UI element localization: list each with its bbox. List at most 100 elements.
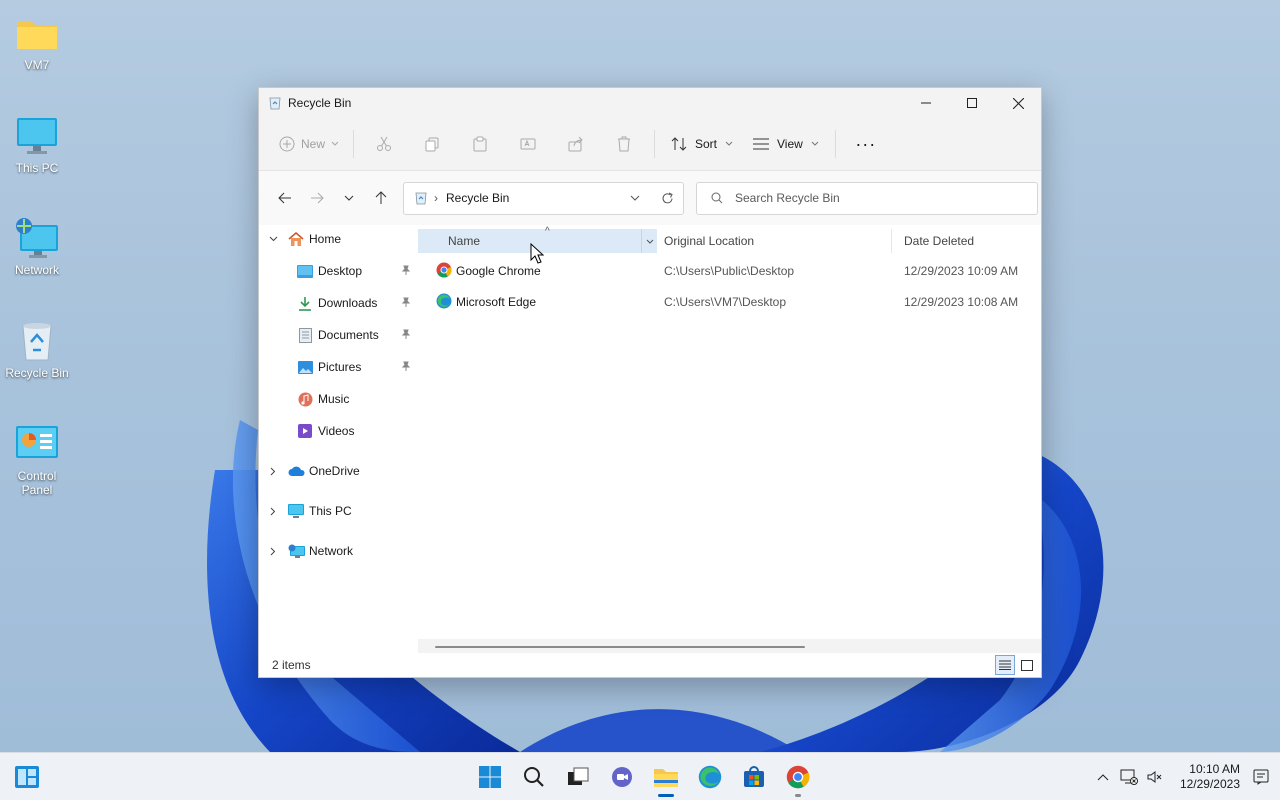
sidebar-item-onedrive[interactable]: OneDrive [259, 458, 418, 484]
delete-button[interactable] [600, 128, 648, 160]
file-row[interactable]: Google Chrome C:\Users\Public\Desktop 12… [418, 257, 1038, 285]
minimize-button[interactable] [903, 88, 949, 118]
chevron-up-icon [1097, 773, 1109, 780]
paste-button[interactable] [456, 128, 504, 160]
desktop-icon-this-pc[interactable]: This PC [2, 113, 72, 175]
desktop-icon-vm7[interactable]: VM7 [2, 10, 72, 72]
refresh-button[interactable] [651, 192, 683, 205]
details-view-button[interactable] [995, 655, 1015, 675]
desktop-icon-recycle-bin[interactable]: Recycle Bin [2, 318, 72, 380]
navigation-bar: › Recycle Bin [259, 171, 1041, 225]
desktop-icon-label: VM7 [24, 58, 50, 72]
file-row[interactable]: Microsoft Edge C:\Users\VM7\Desktop 12/2… [418, 288, 1038, 316]
sidebar-item-downloads[interactable]: Downloads [259, 290, 418, 316]
system-tray: 10:10 AM 12/29/2023 [1090, 753, 1280, 800]
widgets-icon [15, 766, 39, 788]
sidebar-item-documents[interactable]: Documents [259, 322, 418, 348]
scrollbar-thumb[interactable] [435, 646, 805, 648]
close-icon [1012, 97, 1024, 109]
desktop-icon-control-panel[interactable]: Control Panel [2, 421, 72, 497]
column-header-label: Original Location [664, 234, 755, 248]
show-hidden-icons-button[interactable] [1090, 773, 1116, 781]
forward-button[interactable] [301, 182, 333, 214]
column-header-date-deleted[interactable]: Date Deleted [904, 229, 1054, 253]
store-icon [744, 766, 764, 787]
sort-button[interactable]: Sort [661, 128, 743, 160]
sidebar-item-label: Documents [318, 328, 379, 342]
pin-icon [401, 296, 411, 310]
chat-button[interactable] [600, 757, 644, 797]
running-indicator [658, 794, 674, 797]
maximize-icon [967, 98, 977, 108]
chevron-down-icon [344, 195, 354, 201]
store-button[interactable] [732, 757, 776, 797]
sidebar-item-music[interactable]: Music [259, 386, 418, 412]
edge-button[interactable] [688, 757, 732, 797]
volume-button[interactable] [1142, 770, 1168, 784]
sidebar-item-label: This PC [309, 504, 352, 518]
view-button[interactable]: View [743, 128, 829, 160]
chrome-button[interactable] [776, 757, 820, 797]
tiles-view-button[interactable] [1017, 655, 1037, 675]
file-date-deleted: 12/29/2023 10:09 AM [904, 264, 1019, 278]
column-header-label: Date Deleted [904, 234, 975, 248]
more-icon: ··· [855, 133, 877, 154]
clock[interactable]: 10:10 AM 12/29/2023 [1180, 762, 1240, 792]
column-filter-dropdown[interactable] [641, 229, 657, 253]
sidebar-item-videos[interactable]: Videos [259, 418, 418, 444]
arrow-left-icon [278, 192, 291, 204]
back-button[interactable] [269, 182, 301, 214]
desktop-icon [296, 262, 314, 280]
chevron-right-icon [267, 547, 279, 556]
notification-icon [1253, 769, 1269, 785]
share-button[interactable] [552, 128, 600, 160]
search-input[interactable] [735, 191, 1015, 205]
task-view-icon [568, 767, 589, 785]
address-bar[interactable]: › Recycle Bin [403, 181, 684, 215]
network-status-button[interactable] [1116, 769, 1142, 785]
notifications-button[interactable] [1248, 769, 1274, 785]
search-box[interactable] [696, 181, 1038, 215]
file-name: Google Chrome [456, 264, 541, 278]
column-header-original-location[interactable]: Original Location [664, 229, 892, 253]
desktop-icon-label: Control Panel [17, 469, 57, 497]
search-icon [524, 767, 544, 787]
sidebar-item-desktop[interactable]: Desktop [259, 258, 418, 284]
file-explorer-button[interactable] [644, 757, 688, 797]
sidebar-item-label: Home [309, 232, 342, 246]
up-button[interactable] [365, 182, 397, 214]
divider [353, 130, 354, 158]
chrome-icon [436, 262, 452, 281]
status-bar: 2 items [259, 653, 1041, 677]
new-button[interactable]: New [271, 128, 347, 160]
cut-button[interactable] [360, 128, 408, 160]
sidebar-item-this-pc[interactable]: This PC [259, 498, 418, 524]
task-view-button[interactable] [556, 757, 600, 797]
address-dropdown-button[interactable] [619, 195, 651, 201]
recent-locations-button[interactable] [333, 182, 365, 214]
rename-button[interactable] [504, 128, 552, 160]
chevron-down-icon [630, 195, 640, 201]
horizontal-scrollbar[interactable] [418, 639, 1041, 653]
search-icon [711, 192, 723, 204]
taskbar-search-button[interactable] [512, 757, 556, 797]
sidebar-item-network[interactable]: Network [259, 538, 418, 564]
desktop-icon-network[interactable]: Network [2, 215, 72, 277]
breadcrumb[interactable]: Recycle Bin [446, 191, 509, 205]
sidebar-item-home[interactable]: Home [259, 226, 418, 252]
copy-button[interactable] [408, 128, 456, 160]
sidebar-item-pictures[interactable]: Pictures [259, 354, 418, 380]
maximize-button[interactable] [949, 88, 995, 118]
title-bar[interactable]: Recycle Bin [259, 88, 1041, 118]
recycle-bin-icon [14, 318, 60, 364]
downloads-icon [296, 294, 314, 312]
onedrive-icon [287, 462, 305, 480]
file-original-location: C:\Users\VM7\Desktop [664, 295, 787, 309]
more-options-button[interactable]: ··· [842, 128, 890, 160]
widgets-button[interactable] [14, 765, 40, 789]
arrow-right-icon [311, 192, 324, 204]
navigation-pane: Home Desktop Downloads Documents Picture… [259, 225, 418, 653]
close-button[interactable] [995, 88, 1041, 118]
start-button[interactable] [468, 757, 512, 797]
desktop-icon-label: Network [14, 263, 59, 277]
